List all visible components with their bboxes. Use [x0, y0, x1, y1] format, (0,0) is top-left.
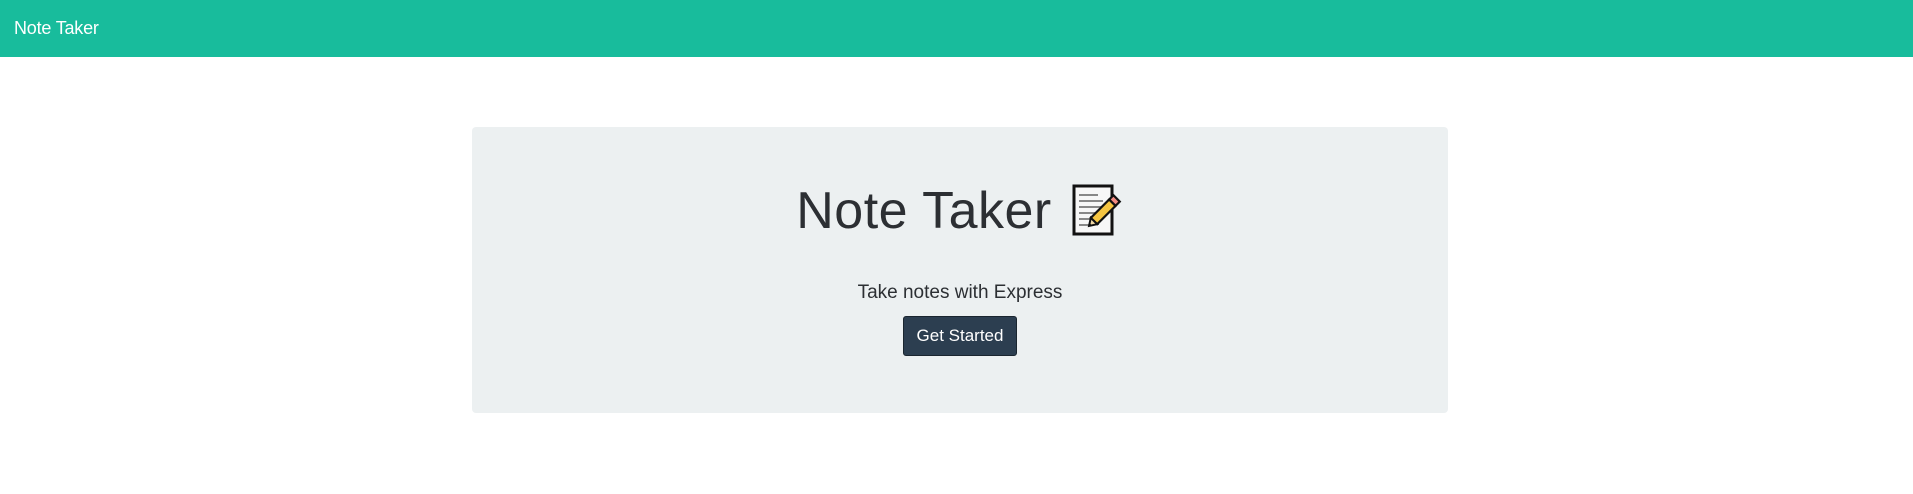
memo-icon [1068, 183, 1124, 239]
page-subtitle: Take notes with Express [857, 282, 1063, 303]
hero-title-row: Note Taker [472, 183, 1448, 239]
page-title: Note Taker [796, 182, 1052, 240]
get-started-button[interactable]: Get Started [903, 316, 1017, 356]
navbar-brand-link[interactable]: Note Taker [14, 18, 99, 39]
navbar: Note Taker [0, 0, 1913, 57]
hero-panel: Note Taker Take notes with Express Get S… [472, 127, 1448, 413]
